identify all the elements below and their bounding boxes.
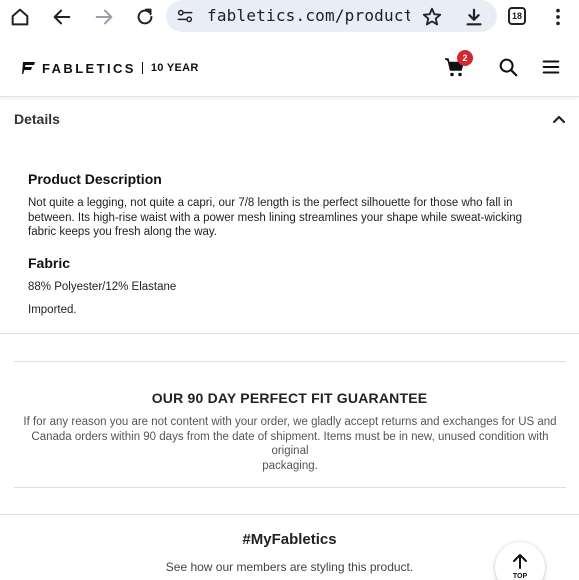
logo-anniversary: 10 YEAR — [150, 62, 199, 74]
product-description-line: fabric keeps you fresh along the way. — [28, 226, 218, 238]
forward-icon[interactable] — [92, 5, 116, 29]
section-divider — [14, 361, 566, 362]
section-divider — [0, 333, 579, 334]
logo-divider — [141, 62, 143, 74]
myfabletics-title: #MyFabletics — [242, 531, 337, 548]
details-title: Details — [14, 111, 60, 127]
star-icon[interactable] — [420, 5, 444, 29]
product-description: Not quite a legging, not quite a capri, … — [28, 196, 568, 240]
product-description-line: Not quite a legging, not quite a capri, … — [28, 197, 513, 209]
arrow-up-icon — [513, 554, 527, 569]
download-icon[interactable] — [462, 5, 486, 29]
myfabletics-subtitle: See how our members are styling this pro… — [165, 560, 414, 574]
hamburger-menu-icon[interactable] — [539, 55, 563, 79]
guarantee-text: If for any reason you are not content wi… — [14, 415, 566, 473]
guarantee-line: packaging. — [262, 459, 318, 472]
guarantee-line: If for any reason you are not content wi… — [23, 416, 557, 428]
home-icon[interactable] — [8, 5, 32, 29]
product-description-heading: Product Description — [28, 171, 162, 187]
logo-wordmark: FABLETICS — [42, 60, 136, 76]
url-text[interactable]: fabletics.com/products/HIGH- — [207, 6, 410, 25]
fabric-content: 88% Polyester/12% Elastane — [28, 281, 177, 293]
search-icon[interactable] — [496, 55, 520, 79]
cart-count-badge: 2 — [457, 50, 473, 66]
fabletics-logo-icon — [22, 62, 35, 74]
browser-toolbar: fabletics.com/products/HIGH- 18 — [0, 0, 579, 33]
site-header: FABLETICS 10 YEAR — [0, 33, 579, 97]
section-divider — [14, 487, 566, 488]
origin-text: Imported. — [28, 304, 77, 316]
fabletics-logo[interactable]: FABLETICS 10 YEAR — [22, 60, 199, 76]
tab-switcher-icon[interactable]: 18 — [508, 7, 526, 25]
guarantee-line: Canada orders within 90 days from the da… — [31, 430, 549, 458]
back-to-top-label: TOP — [512, 573, 528, 580]
details-accordion-header[interactable]: Details — [0, 98, 579, 142]
fabric-heading: Fabric — [28, 255, 71, 271]
product-description-line: between. Its high-rise waist with a powe… — [28, 211, 523, 224]
site-settings-icon[interactable] — [173, 4, 197, 28]
chevron-up-icon[interactable] — [552, 113, 566, 125]
more-menu-icon[interactable] — [546, 5, 570, 29]
reload-icon[interactable] — [133, 5, 157, 29]
section-divider — [0, 514, 579, 515]
guarantee-title: OUR 90 DAY PERFECT FIT GUARANTEE — [151, 390, 428, 406]
back-icon[interactable] — [50, 5, 74, 29]
